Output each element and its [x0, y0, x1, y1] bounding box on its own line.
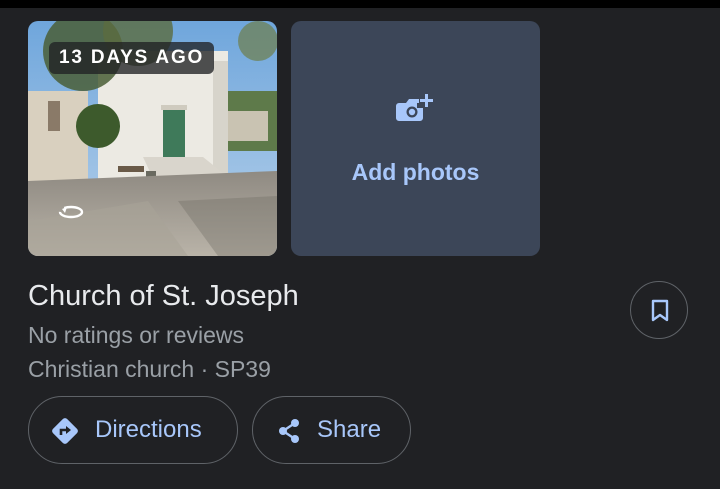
panorama-360-icon	[58, 205, 84, 219]
photo-age-badge: 13 DAYS AGO	[49, 42, 215, 74]
directions-label: Directions	[95, 416, 202, 443]
share-button[interactable]: Share	[252, 396, 411, 464]
save-button[interactable]	[630, 281, 688, 339]
place-title: Church of St. Joseph	[28, 280, 299, 312]
directions-icon	[52, 418, 78, 444]
share-label: Share	[317, 416, 382, 443]
street-view-photo[interactable]: 13 DAYS AGO	[28, 21, 277, 256]
ratings-summary: No ratings or reviews	[28, 322, 245, 348]
bookmark-icon	[651, 299, 669, 322]
place-category: Christian church · SP39	[28, 356, 271, 382]
add-photos-label: Add photos	[351, 159, 480, 185]
status-bar-strip	[0, 0, 720, 8]
directions-button[interactable]: Directions	[28, 396, 238, 464]
add-photo-camera-icon	[396, 94, 433, 121]
share-icon	[279, 419, 299, 443]
add-photos-button[interactable]: Add photos	[291, 21, 540, 256]
